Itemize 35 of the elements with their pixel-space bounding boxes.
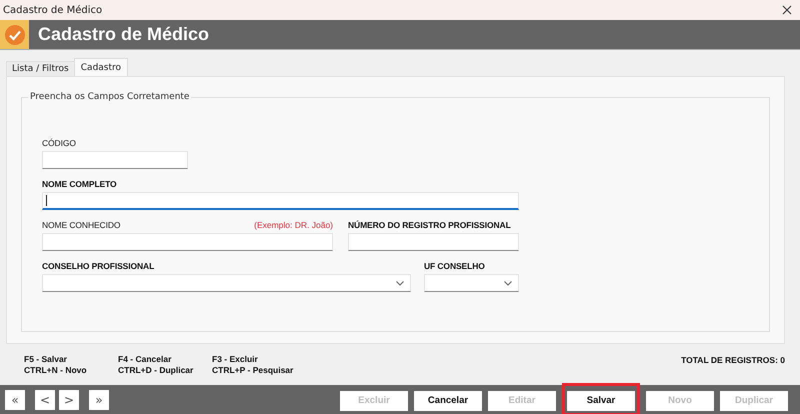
record-count: TOTAL DE REGISTROS: 0 — [681, 354, 785, 367]
page-title: Cadastro de Médico — [38, 24, 210, 45]
dropdown[interactable] — [424, 274, 519, 292]
action-button[interactable]: Cancelar — [414, 390, 482, 411]
field-label: CONSELHO PROFISSIONAL — [42, 261, 154, 271]
window-title: Cadastro de Médico — [3, 4, 102, 16]
input-field[interactable] — [348, 233, 519, 251]
check-icon — [0, 20, 29, 49]
field-label: CÓDIGO — [42, 138, 76, 148]
shortcut-hint: F5 - Salvar — [24, 354, 68, 365]
field-label: NOME COMPLETO — [42, 179, 117, 189]
shortcut-hint: CTRL+P - Pesquisar — [212, 365, 294, 376]
shortcut-hint: CTRL+N - Novo — [24, 365, 88, 376]
field-label: NÚMERO DO REGISTRO PROFISSIONAL — [348, 220, 511, 230]
input-field[interactable] — [42, 233, 333, 251]
dropdown[interactable] — [42, 274, 411, 292]
field-label: UF CONSELHO — [424, 261, 485, 271]
field-hint: (Exemplo: DR. João) — [254, 220, 333, 230]
close-icon[interactable] — [782, 5, 792, 15]
nav-button[interactable]: > — [59, 390, 79, 410]
tab[interactable]: Lista / Filtros — [6, 61, 75, 76]
chevron-icon — [396, 280, 404, 286]
group-title: Preencha os Campos Corretamente — [28, 92, 192, 102]
nav-button[interactable]: « — [5, 390, 25, 410]
input-field[interactable] — [42, 192, 519, 210]
shortcut-hint: F4 - Cancelar — [118, 354, 172, 365]
field-label: NOME CONHECIDO — [42, 220, 120, 230]
nav-button[interactable]: < — [35, 390, 55, 410]
input-field[interactable] — [42, 151, 188, 169]
nav-button[interactable]: » — [89, 390, 109, 410]
chevron-icon — [504, 280, 512, 286]
action-button[interactable]: Salvar — [567, 390, 635, 411]
tab[interactable]: Cadastro — [74, 58, 128, 76]
shortcut-hint: CTRL+D - Duplicar — [118, 365, 194, 376]
shortcut-hint: F3 - Excluir — [212, 354, 259, 365]
